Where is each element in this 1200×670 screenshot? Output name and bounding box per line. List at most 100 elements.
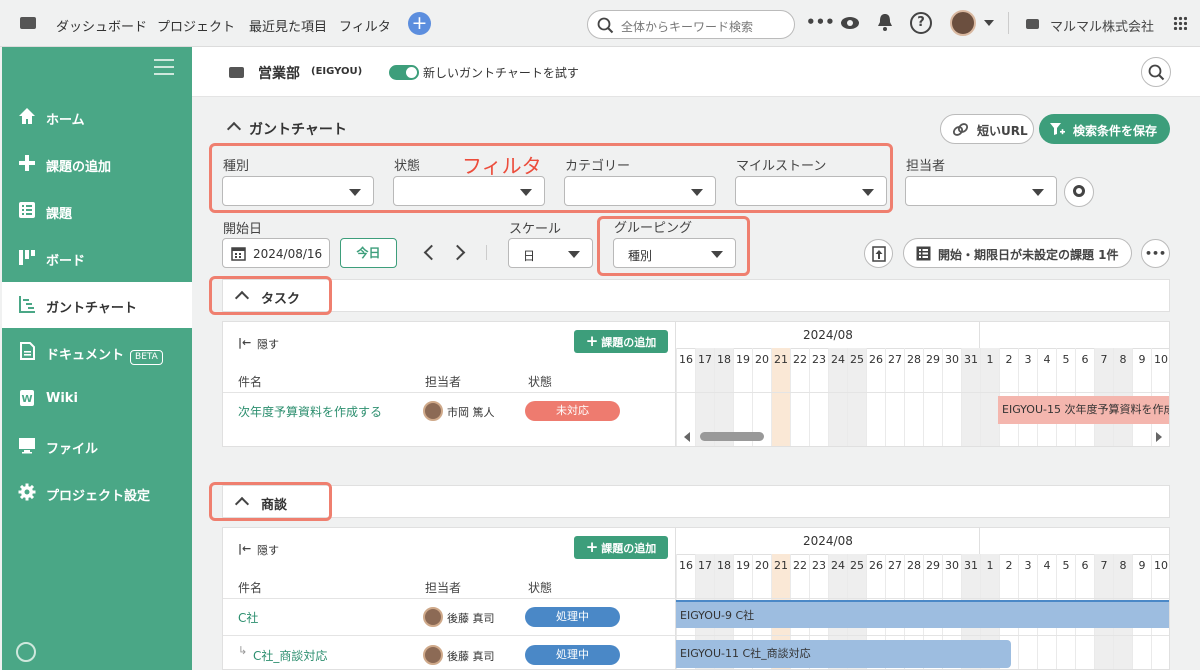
add-issue-button[interactable]: + 課題の追加 bbox=[574, 536, 668, 559]
horizontal-scrollbar[interactable] bbox=[700, 432, 764, 441]
help-icon[interactable]: ? bbox=[910, 12, 932, 34]
day-label: 16 bbox=[679, 559, 693, 572]
day-label: 19 bbox=[736, 559, 750, 572]
row-divider bbox=[676, 598, 1169, 599]
new-gantt-toggle[interactable] bbox=[389, 65, 419, 80]
row-divider bbox=[223, 635, 676, 636]
scroll-left-icon[interactable] bbox=[684, 432, 690, 442]
gantt-timeline: 2024/08 16 17 18 19 20 21 22 23 24 25 26 27 28 29 30 31… bbox=[676, 528, 1169, 669]
scroll-top-button[interactable] bbox=[864, 239, 893, 268]
chevron-down-icon[interactable] bbox=[984, 20, 994, 26]
nav-dashboard[interactable]: ダッシュボード bbox=[56, 16, 147, 35]
add-issue-label: 課題の追加 bbox=[601, 336, 657, 349]
nav-filter[interactable]: フィルタ bbox=[339, 16, 391, 35]
day-label: 19 bbox=[736, 353, 750, 366]
sidebar-item-files[interactable]: ファイル bbox=[2, 423, 192, 469]
short-url-button[interactable]: 短いURL bbox=[940, 114, 1034, 144]
day-label: 21 bbox=[774, 559, 788, 572]
sidebar: ホーム 課題の追加 課題 ボード ガントチャート ドキュメント BETA W Wi… bbox=[2, 47, 192, 670]
start-date-input[interactable]: 2024/08/16 bbox=[222, 238, 330, 268]
nav-recent-items[interactable]: 最近見た項目 bbox=[249, 16, 327, 35]
hide-label[interactable]: 隠す bbox=[257, 336, 279, 352]
gantt-bar[interactable]: EIGYOU-11 C社_商談対応 bbox=[676, 640, 1011, 668]
chat-icon[interactable] bbox=[16, 642, 36, 662]
hamburger-icon[interactable] bbox=[154, 59, 174, 75]
day-label: 26 bbox=[869, 559, 883, 572]
scale-select[interactable]: 日 bbox=[508, 238, 593, 268]
filter-assignee-select[interactable] bbox=[905, 176, 1057, 206]
day-column: 28 bbox=[904, 348, 923, 446]
gantt-table-task: |← 隠す + 課題の追加 件名 担当者 状態 次年度予算資料を作成する 市岡 篤… bbox=[222, 321, 1170, 447]
month-divider bbox=[979, 322, 980, 348]
group-header-deal[interactable]: 商談 bbox=[222, 485, 1170, 518]
eye-icon[interactable] bbox=[840, 14, 860, 32]
day-label: 31 bbox=[964, 353, 978, 366]
user-avatar[interactable] bbox=[950, 10, 976, 36]
day-label: 30 bbox=[945, 559, 959, 572]
org-briefcase-icon bbox=[1026, 19, 1039, 29]
sidebar-item-issues[interactable]: 課題 bbox=[2, 188, 192, 234]
sidebar-item-project-settings[interactable]: プロジェクト設定 bbox=[2, 470, 192, 516]
task-link[interactable]: 次年度予算資料を作成する bbox=[238, 403, 382, 420]
group-header-task[interactable]: タスク bbox=[222, 279, 1170, 312]
sidebar-item-home[interactable]: ホーム bbox=[2, 94, 192, 140]
day-label: 21 bbox=[774, 353, 788, 366]
task-link[interactable]: C社_商談対応 bbox=[253, 647, 327, 664]
gantt-bar[interactable]: EIGYOU-9 C社 bbox=[676, 600, 1169, 628]
day-label: 27 bbox=[888, 353, 902, 366]
gantt-bar[interactable]: EIGYOU-15 次年度予算資料を作成する bbox=[998, 396, 1169, 424]
save-filter-button[interactable]: 検索条件を保存 bbox=[1039, 114, 1170, 144]
divider bbox=[486, 245, 487, 260]
add-issue-label: 課題の追加 bbox=[601, 542, 657, 555]
bell-icon[interactable] bbox=[876, 13, 894, 32]
sidebar-item-label: 課題の追加 bbox=[46, 160, 112, 175]
day-label: 22 bbox=[793, 559, 807, 572]
caret-down-icon bbox=[1032, 189, 1044, 196]
col-subject: 件名 bbox=[238, 375, 263, 389]
sidebar-item-gantt[interactable]: ガントチャート bbox=[2, 282, 192, 328]
task-link[interactable]: C社 bbox=[238, 609, 258, 626]
assign-me-button[interactable] bbox=[1064, 177, 1094, 207]
project-name[interactable]: 営業部 bbox=[258, 63, 300, 83]
hide-left-icon[interactable]: |← bbox=[238, 542, 251, 555]
more-options-button[interactable]: ••• bbox=[1141, 239, 1170, 268]
sidebar-item-board[interactable]: ボード bbox=[2, 235, 192, 281]
board-icon bbox=[19, 250, 35, 265]
nav-projects[interactable]: プロジェクト bbox=[157, 16, 235, 35]
document-icon bbox=[20, 342, 35, 360]
more-dots-icon[interactable]: ••• bbox=[806, 13, 835, 31]
briefcase-icon[interactable] bbox=[20, 17, 36, 29]
start-date-value: 2024/08/16 bbox=[253, 247, 323, 261]
day-label: 27 bbox=[888, 559, 902, 572]
month-label: 2024/08 bbox=[803, 328, 853, 342]
org-name[interactable]: マルマル株式会社 bbox=[1050, 16, 1154, 35]
unset-issues-button[interactable]: 開始・期限日が未設定の課題 1件 bbox=[903, 238, 1132, 268]
assignee-avatar bbox=[423, 607, 443, 627]
day-label: 29 bbox=[926, 559, 940, 572]
hide-label[interactable]: 隠す bbox=[257, 542, 279, 558]
col-subject: 件名 bbox=[238, 581, 263, 595]
month-label: 2024/08 bbox=[803, 534, 853, 548]
col-status: 状態 bbox=[528, 375, 553, 389]
day-label: 30 bbox=[945, 353, 959, 366]
add-issue-button[interactable]: + 課題の追加 bbox=[574, 330, 668, 353]
today-button[interactable]: 今日 bbox=[340, 238, 397, 268]
sidebar-item-documents[interactable]: ドキュメント BETA bbox=[2, 329, 192, 375]
scroll-right-icon[interactable] bbox=[1156, 432, 1162, 442]
header-search-button[interactable] bbox=[1141, 57, 1171, 87]
add-circle-button[interactable]: + bbox=[408, 12, 431, 35]
unset-issues-label: 開始・期限日が未設定の課題 1件 bbox=[938, 248, 1119, 262]
sidebar-item-wiki[interactable]: W Wiki bbox=[2, 376, 192, 422]
person-icon bbox=[1073, 185, 1085, 197]
assignee-name: 後藤 真司 bbox=[447, 650, 495, 663]
gantt-title: ガントチャート bbox=[249, 122, 347, 138]
sidebar-item-add-issue[interactable]: 課題の追加 bbox=[2, 141, 192, 187]
apps-grid-icon[interactable] bbox=[1173, 16, 1187, 30]
status-badge: 未対応 bbox=[525, 401, 620, 421]
hide-left-icon[interactable]: |← bbox=[238, 336, 251, 349]
group-highlight-box bbox=[209, 482, 332, 521]
day-label: 28 bbox=[907, 559, 921, 572]
row-divider bbox=[223, 392, 676, 393]
global-search-input[interactable]: 全体からキーワード検索 bbox=[587, 10, 795, 39]
plus-icon: + bbox=[585, 538, 599, 556]
